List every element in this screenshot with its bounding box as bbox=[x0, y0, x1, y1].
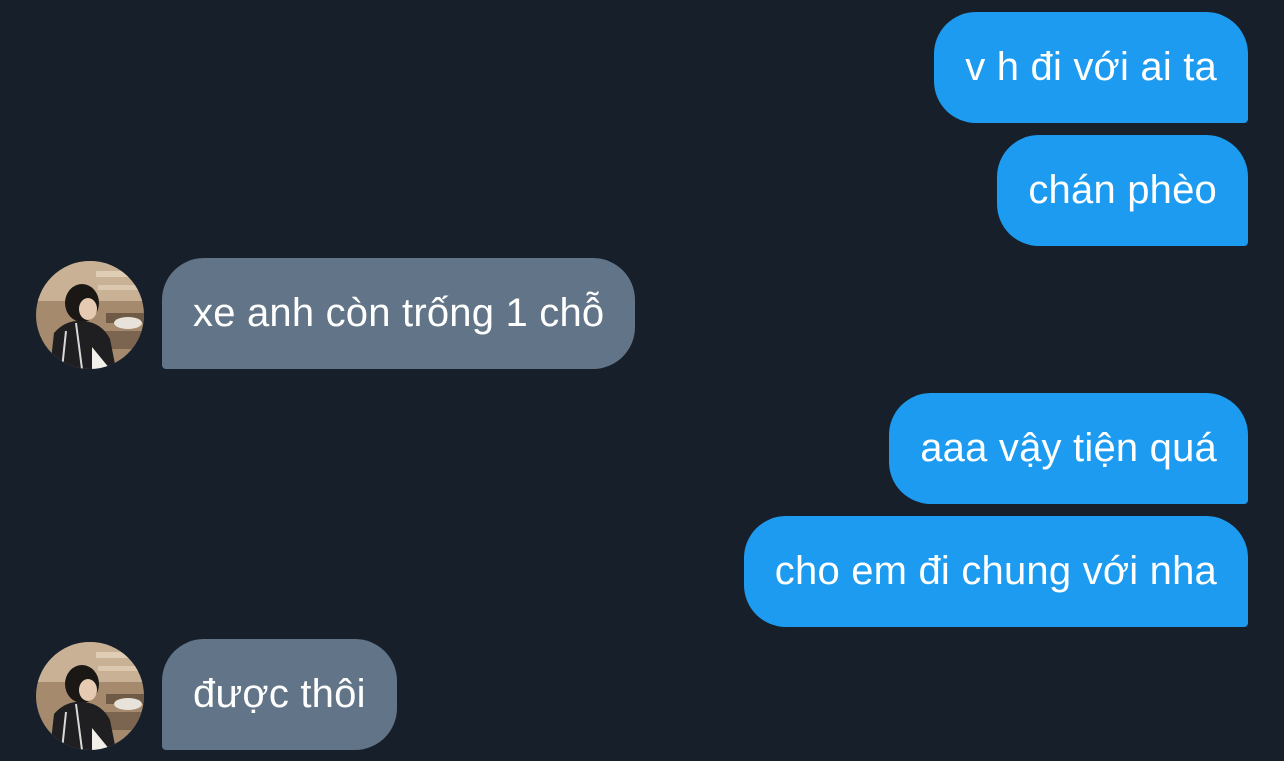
message-row-incoming: xe anh còn trống 1 chỗ bbox=[0, 258, 1284, 369]
message-text: xe anh còn trống 1 chỗ bbox=[193, 291, 605, 335]
message-text: v h đi với ai ta bbox=[965, 45, 1217, 89]
message-text: cho em đi chung với nha bbox=[774, 549, 1217, 593]
message-text: chán phèo bbox=[1028, 168, 1217, 212]
message-bubble-outgoing[interactable]: v h đi với ai ta bbox=[934, 12, 1248, 123]
avatar[interactable] bbox=[36, 642, 144, 750]
avatar[interactable] bbox=[36, 261, 144, 369]
message-bubble-incoming[interactable]: xe anh còn trống 1 chỗ bbox=[162, 258, 636, 369]
message-text: được thôi bbox=[193, 672, 366, 716]
message-bubble-outgoing[interactable]: cho em đi chung với nha bbox=[743, 516, 1248, 627]
message-row-outgoing: v h đi với ai ta bbox=[0, 12, 1284, 123]
message-text: aaa vậy tiện quá bbox=[920, 426, 1217, 470]
message-bubble-incoming[interactable]: được thôi bbox=[162, 639, 397, 750]
message-row-outgoing: cho em đi chung với nha bbox=[0, 516, 1284, 627]
message-row-outgoing: chán phèo bbox=[0, 135, 1284, 246]
conversation-thread: v h đi với ai ta chán phèo xe anh còn tr… bbox=[0, 0, 1284, 761]
message-row-outgoing: aaa vậy tiện quá bbox=[0, 393, 1284, 504]
message-bubble-outgoing[interactable]: aaa vậy tiện quá bbox=[889, 393, 1248, 504]
avatar-photo bbox=[36, 642, 144, 750]
message-bubble-outgoing[interactable]: chán phèo bbox=[997, 135, 1248, 246]
message-row-incoming: được thôi bbox=[0, 639, 1284, 750]
avatar-photo bbox=[36, 261, 144, 369]
